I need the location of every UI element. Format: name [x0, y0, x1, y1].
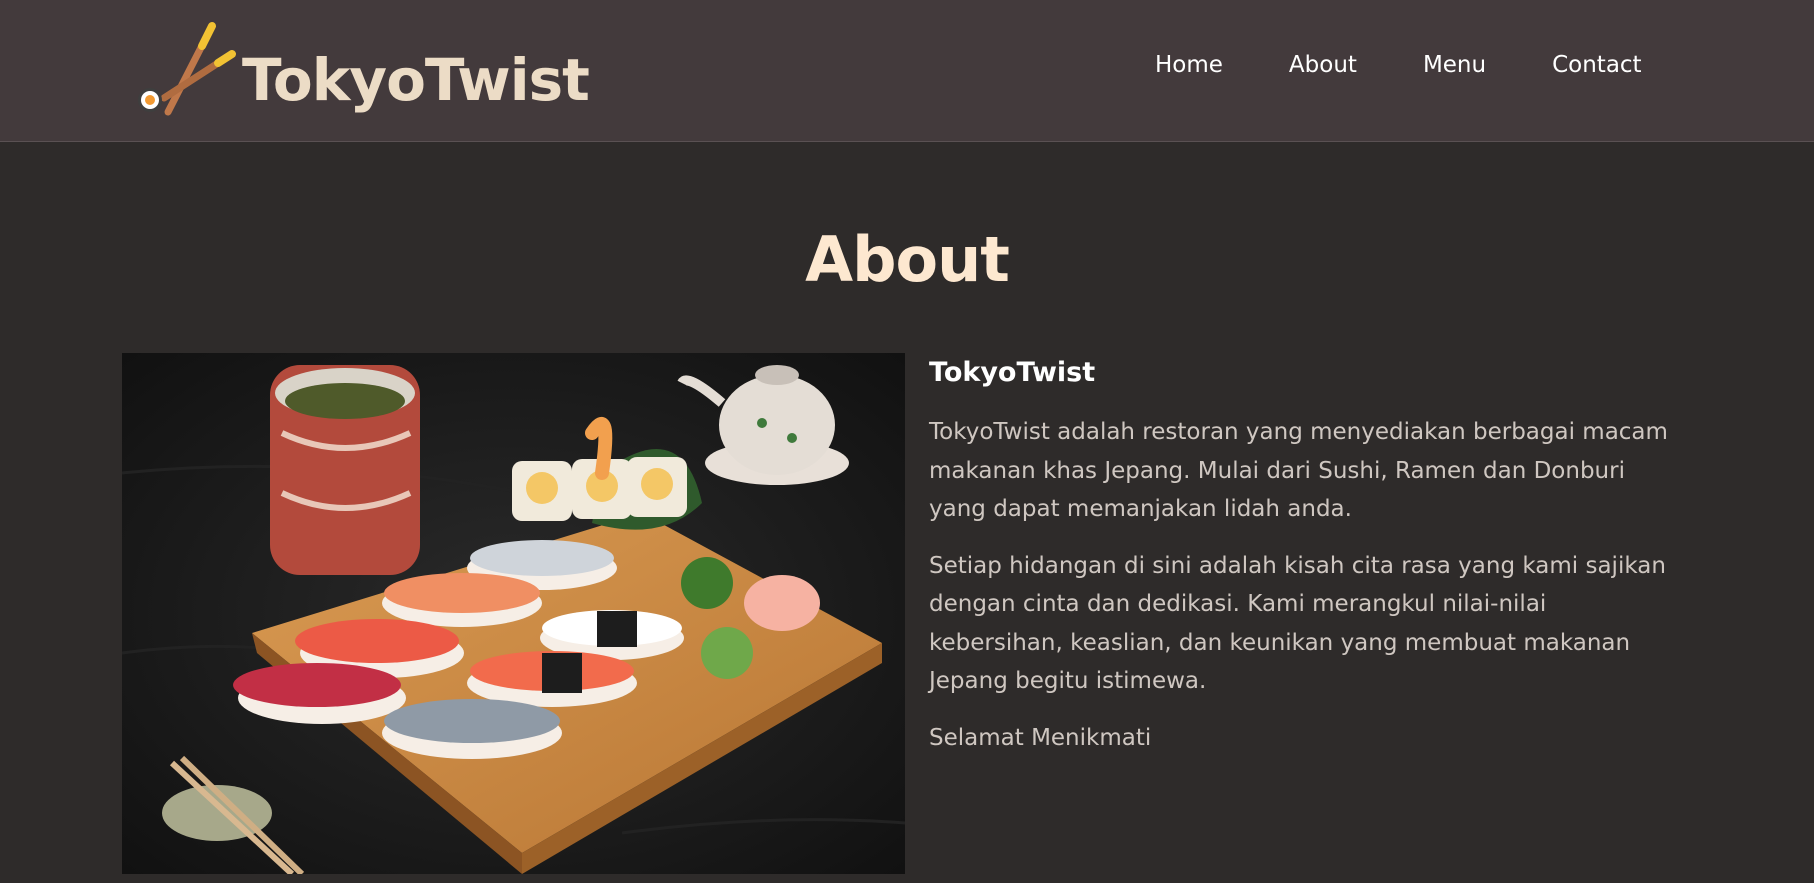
- nav-menu-link[interactable]: Menu: [1423, 48, 1486, 82]
- sushi-platter-photo: [122, 353, 905, 874]
- about-paragraph-1: TokyoTwist adalah restoran yang menyedia…: [929, 419, 1668, 522]
- nav-about[interactable]: About: [1289, 48, 1357, 82]
- nav-home[interactable]: Home: [1155, 48, 1223, 82]
- brand-name: TokyoTwist: [242, 46, 590, 114]
- chopsticks-sushi-icon: [138, 22, 236, 116]
- about-content: TokyoTwist TokyoTwist adalah restoran ya…: [929, 353, 1674, 775]
- about-paragraph-3: Selamat Menikmati: [929, 724, 1152, 751]
- about-title: About: [805, 223, 1010, 296]
- nav-contact[interactable]: Contact: [1552, 48, 1641, 82]
- nav-menu: Home About Menu Contact: [1155, 48, 1642, 82]
- brand-logo[interactable]: TokyoTwist: [136, 8, 590, 128]
- about-heading: TokyoTwist: [929, 357, 1096, 388]
- navbar: TokyoTwist Home About Menu Contact: [0, 0, 1814, 142]
- about-paragraph-2: Setiap hidangan di sini adalah kisah cit…: [929, 552, 1666, 695]
